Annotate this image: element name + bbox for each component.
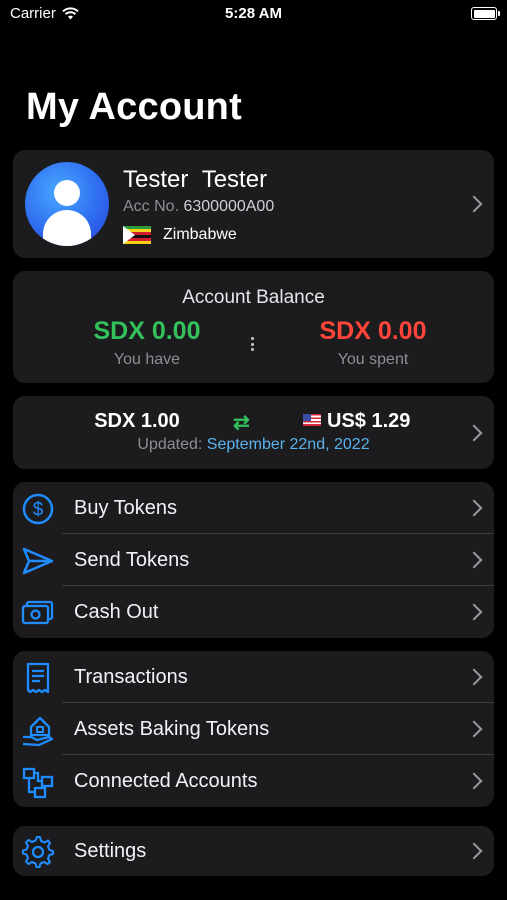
balance-spent-value: SDX 0.00 [319, 317, 427, 345]
paper-plane-icon [22, 547, 54, 575]
swap-arrows-icon: ⇄ [233, 412, 250, 434]
menu-item-label: Assets Baking Tokens [74, 718, 270, 740]
menu-item-assets-baking-tokens[interactable]: Assets Baking Tokens [13, 703, 494, 755]
balance-have-label: You have [113, 351, 181, 368]
menu-group-settings: Settings [13, 826, 494, 876]
us-flag-icon [303, 414, 321, 426]
menu-item-label: Buy Tokens [74, 497, 178, 519]
chevron-right-icon [465, 772, 483, 790]
chevron-right-icon [465, 195, 483, 213]
menu-item-label: Settings [74, 840, 147, 862]
rate-updated: Updated: September 22nd, 2022 [137, 436, 370, 453]
balance-title: Account Balance [182, 287, 325, 308]
more-dots-icon[interactable] [251, 337, 254, 354]
menu-item-label: Send Tokens [74, 549, 190, 571]
house-hand-icon [22, 716, 54, 747]
gear-icon [21, 835, 55, 869]
battery-icon [471, 7, 500, 20]
profile-card[interactable]: Tester Tester Acc No. 6300000A00 Zimbabw… [13, 150, 494, 258]
zimbabwe-flag-icon [123, 226, 151, 244]
cash-icon [21, 600, 54, 625]
dollar-circle-icon: $ [22, 493, 54, 525]
menu-item-settings[interactable]: Settings [13, 825, 494, 877]
menu-group-tokens: $ Buy Tokens Send Tokens Cash Out [13, 482, 494, 638]
exchange-rate-card[interactable]: SDX 1.00 ⇄ US$ 1.29 Updated: September 2… [13, 396, 494, 469]
balance-card: Account Balance SDX 0.00 You have SDX 0.… [13, 271, 494, 383]
page-title: My Account [26, 86, 242, 128]
menu-group-accounts: Transactions Assets Baking Tokens Connec… [13, 651, 494, 807]
chevron-right-icon [465, 720, 483, 738]
rate-from: SDX 1.00 [94, 410, 180, 432]
chevron-right-icon [465, 603, 483, 621]
country-label: Zimbabwe [163, 226, 237, 243]
receipt-icon [26, 662, 50, 694]
avatar [25, 162, 109, 246]
status-bar: Carrier 5:28 AM [0, 0, 507, 28]
chevron-right-icon [465, 499, 483, 517]
svg-text:$: $ [33, 500, 44, 521]
menu-item-send-tokens[interactable]: Send Tokens [13, 534, 494, 586]
chevron-right-icon [465, 668, 483, 686]
menu-item-label: Connected Accounts [74, 770, 258, 792]
menu-item-label: Transactions [74, 666, 188, 688]
menu-item-label: Cash Out [74, 601, 159, 623]
chevron-right-icon [465, 842, 483, 860]
balance-have-value: SDX 0.00 [93, 317, 201, 345]
chevron-right-icon [465, 551, 483, 569]
menu-item-buy-tokens[interactable]: $ Buy Tokens [13, 482, 494, 534]
account-number: Acc No. 6300000A00 [123, 198, 275, 215]
profile-name: Tester Tester [123, 166, 268, 193]
status-time: 5:28 AM [225, 5, 282, 22]
menu-item-cash-out[interactable]: Cash Out [13, 586, 494, 638]
menu-item-transactions[interactable]: Transactions [13, 651, 494, 703]
balance-spent-label: You spent [337, 351, 409, 368]
rate-to: US$ 1.29 [327, 410, 411, 432]
network-icon [22, 767, 54, 799]
menu-item-connected-accounts[interactable]: Connected Accounts [13, 755, 494, 807]
